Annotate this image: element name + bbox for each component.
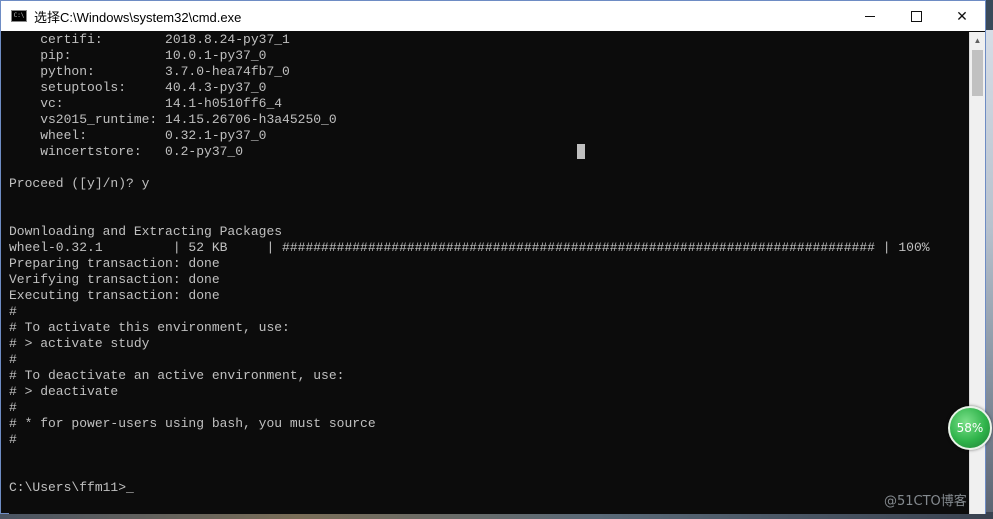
console-line: C:\Users\ffm11>_ [9,480,134,495]
cmd-app-icon[interactable]: C:\ [11,10,27,22]
console-line: # [9,352,17,367]
scroll-thumb[interactable] [972,50,983,96]
console-line: wincertstore: 0.2-py37_0 [9,144,244,159]
console-line: python: 3.7.0-hea74fb7_0 [9,64,290,79]
close-icon: ✕ [956,7,968,24]
console-line: # > activate study [9,336,150,351]
console-line: wheel-0.32.1 | 52 KB | #################… [9,240,930,255]
console-line: setuptools: 40.4.3-py37_0 [9,80,267,95]
title-bar[interactable]: C:\ 选择C:\Windows\system32\cmd.exe ✕ [1,1,985,31]
selection-cursor [577,144,585,159]
maximize-icon [910,10,922,22]
cmd-app-icon-glyph: C:\ [13,12,25,19]
console-line: Proceed ([y]/n)? y [9,176,150,191]
close-button[interactable]: ✕ [939,1,985,31]
memory-usage-gauge[interactable]: 58% [948,406,992,450]
minimize-icon [865,15,875,17]
gauge-value: 58% [956,421,984,435]
console-line: vc: 14.1-h0510ff6_4 [9,96,283,111]
console-line: # * for power-users using bash, you must… [9,416,376,431]
console-line: # [9,304,17,319]
console-line: Verifying transaction: done [9,272,220,287]
console-line: # [9,432,17,447]
maximize-button[interactable] [893,1,939,31]
console-line: vs2015_runtime: 14.15.26706-h3a45250_0 [9,112,337,127]
cmd-window: C:\ 选择C:\Windows\system32\cmd.exe ✕ cert… [0,0,986,514]
desktop-background-right [985,30,993,519]
console-line: Downloading and Extracting Packages [9,224,283,239]
console-line: certifi: 2018.8.24-py37_1 [9,32,290,47]
window-title: 选择C:\Windows\system32\cmd.exe [34,9,242,25]
console-line: # [9,400,17,415]
console-line: # > deactivate [9,384,119,399]
console-line: # To deactivate an active environment, u… [9,368,345,383]
console-line: wheel: 0.32.1-py37_0 [9,128,267,143]
console-line: # To activate this environment, use: [9,320,290,335]
console-line: Executing transaction: done [9,288,220,303]
console-output[interactable]: certifi: 2018.8.24-py37_1 pip: 10.0.1-py… [9,32,969,514]
console-line: pip: 10.0.1-py37_0 [9,48,267,63]
scroll-up-arrow-icon[interactable]: ▲ [970,32,985,48]
console-line: Preparing transaction: done [9,256,220,271]
watermark: @51CTO博客 [884,494,967,509]
minimize-button[interactable] [847,1,893,31]
console-lines: certifi: 2018.8.24-py37_1 pip: 10.0.1-py… [9,32,969,496]
